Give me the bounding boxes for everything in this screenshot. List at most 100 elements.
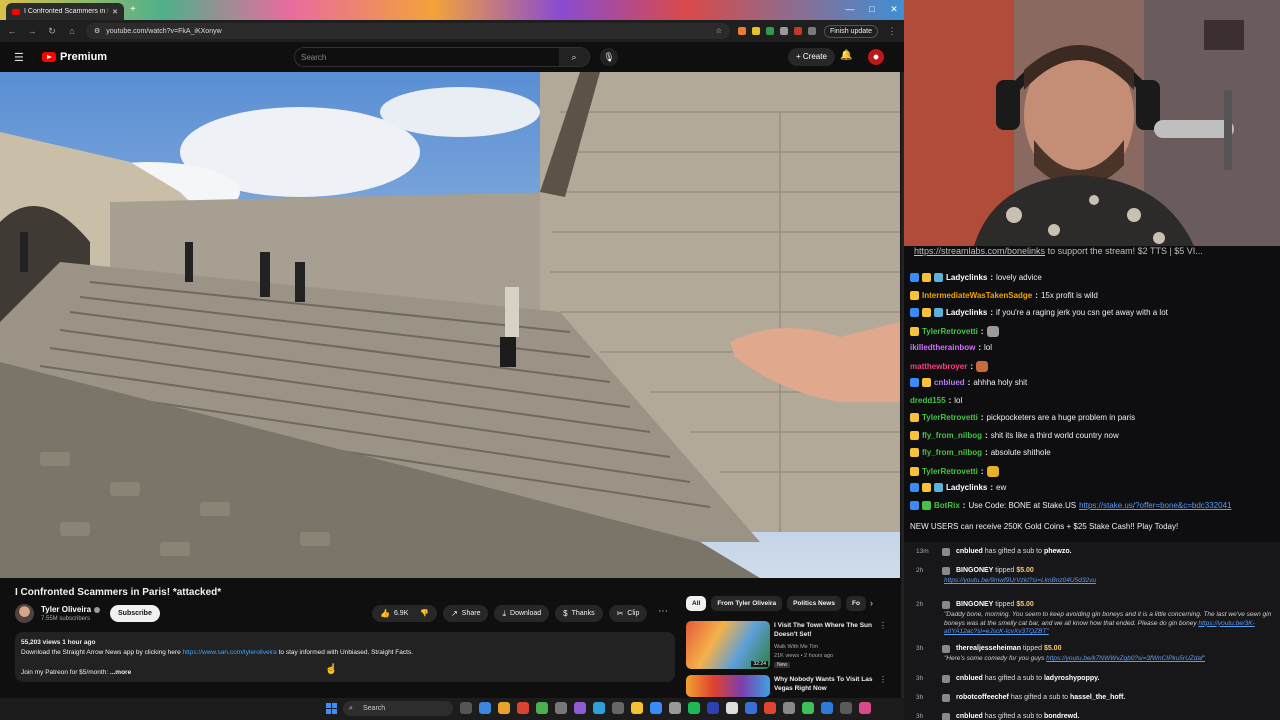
extension-icon[interactable] [779, 27, 788, 35]
rec-menu-icon[interactable]: ⋮ [879, 675, 887, 684]
chat-link[interactable]: https://stake.us/?offer=bone&c=bdc332041 [1079, 501, 1231, 510]
taskbar-search[interactable]: ⌕ Search [343, 701, 453, 716]
chat-username[interactable]: TylerRetrovetti [922, 413, 978, 422]
extension-icon[interactable] [765, 27, 774, 35]
channel-avatar[interactable] [15, 604, 34, 623]
reload-icon[interactable]: ↻ [46, 26, 58, 37]
rec-title[interactable]: Why Nobody Wants To Visit Las Vegas Righ… [774, 675, 886, 693]
back-icon[interactable]: ← [6, 26, 18, 36]
recommended-video[interactable]: 32:24 I Visit The Town Where The Sun Doe… [686, 621, 896, 671]
download-button[interactable]: ⤓ Download [494, 605, 550, 622]
event-target[interactable]: phewzo. [1044, 548, 1072, 555]
new-tab-button[interactable]: + [130, 4, 136, 15]
taskbar-app-icon[interactable] [479, 702, 491, 714]
create-button[interactable]: + Create [788, 48, 835, 66]
clip-button[interactable]: ✂ Clip [608, 605, 648, 622]
like-button[interactable]: 👍 6.9K 👎 [372, 605, 438, 622]
show-more-button[interactable]: ...more [110, 669, 131, 676]
search-box[interactable]: Search ⌕ [294, 47, 590, 67]
minimize-button[interactable]: — [842, 2, 858, 16]
tip-message-link[interactable]: https://youtu.be/9mwf9UrVzkI?si=LknBnz04… [944, 577, 1096, 584]
channel-name[interactable]: Tyler Oliveira [41, 605, 101, 614]
chat-username[interactable]: matthewbroyer [910, 362, 967, 371]
chat-username[interactable]: TylerRetrovetti [922, 327, 978, 336]
tip-message-link[interactable]: https://youtu.be/k7NWWvZgb0?si=3fWnCIPku… [1046, 655, 1205, 662]
browser-tab[interactable]: I Confronted Scammers in Paris! ✕ [6, 3, 124, 20]
menu-kebab-icon[interactable]: ⋮ [886, 26, 898, 37]
video-thumbnail[interactable] [686, 675, 770, 697]
chat-username[interactable]: fly_from_nilbog [922, 448, 982, 457]
video-thumbnail[interactable]: 32:24 [686, 621, 770, 669]
rec-channel[interactable]: Walk With Me Tim [774, 644, 818, 650]
close-window-button[interactable]: ✕ [886, 2, 902, 16]
chip-politics-news[interactable]: Politics News [787, 596, 841, 611]
forward-icon[interactable]: → [26, 26, 38, 36]
spotify-icon[interactable] [688, 702, 700, 714]
extension-icon[interactable] [793, 27, 802, 35]
taskbar-app-icon[interactable] [783, 702, 795, 714]
taskbar-app-icon[interactable] [821, 702, 833, 714]
chip-from-channel[interactable]: From Tyler Oliveira [711, 596, 783, 611]
taskbar-app-icon[interactable] [669, 702, 681, 714]
event-user[interactable]: BINGONEY [956, 567, 993, 574]
event-user[interactable]: therealjesseheiman [956, 645, 1021, 652]
taskbar-app-icon[interactable] [859, 702, 871, 714]
event-user[interactable]: BINGONEY [956, 601, 993, 608]
finish-update-button[interactable]: Finish update [823, 24, 878, 38]
video-player[interactable] [0, 72, 900, 578]
taskbar-app-icon[interactable] [726, 702, 738, 714]
extension-icon[interactable] [807, 27, 816, 35]
chip-all[interactable]: All [686, 596, 707, 611]
extension-icon[interactable] [737, 27, 746, 35]
subscribe-button[interactable]: Subscribe [110, 605, 160, 622]
chat-username[interactable]: fly_from_nilbog [922, 431, 982, 440]
extension-icon[interactable] [751, 27, 760, 35]
taskbar-app-icon[interactable] [802, 702, 814, 714]
taskbar-app-icon[interactable] [612, 702, 624, 714]
taskbar-app-icon[interactable] [707, 702, 719, 714]
task-view-icon[interactable] [460, 702, 472, 714]
taskbar-app-icon[interactable] [650, 702, 662, 714]
chat-username[interactable]: BotRix [934, 501, 960, 510]
search-input[interactable]: Search [295, 53, 559, 62]
search-icon[interactable]: ⌕ [559, 48, 589, 66]
taskbar-app-icon[interactable] [517, 702, 529, 714]
event-target[interactable]: bondrewd. [1044, 713, 1079, 720]
taskbar-app-icon[interactable] [764, 702, 776, 714]
thanks-button[interactable]: $ Thanks [555, 605, 603, 622]
chip-more[interactable]: Fo [845, 596, 866, 611]
chat-username[interactable]: Ladyclinks [946, 273, 987, 282]
chat-username[interactable]: cnblued [934, 378, 965, 387]
file-explorer-icon[interactable] [631, 702, 643, 714]
address-bar[interactable]: ⚙ youtube.com/watch?v=FkA_iKXonyw ☆ [86, 23, 730, 39]
home-icon[interactable]: ⌂ [66, 26, 78, 36]
chat-username[interactable]: IntermediateWasTakenSadge [922, 291, 1032, 300]
taskbar-app-icon[interactable] [840, 702, 852, 714]
voice-search-mic-icon[interactable]: 🎙 [600, 48, 618, 66]
bookmark-star-icon[interactable]: ☆ [716, 27, 722, 35]
video-description[interactable]: 55,203 views 1 hour ago Download the Str… [15, 632, 675, 682]
tab-close-icon[interactable]: ✕ [112, 8, 118, 16]
chat-username[interactable]: TylerRetrovetti [922, 467, 978, 476]
chat-username[interactable]: Ladyclinks [946, 308, 987, 317]
site-info-icon[interactable]: ⚙ [94, 27, 100, 35]
event-target[interactable]: hassel_the_hoff. [1070, 694, 1125, 701]
chrome-icon[interactable] [498, 702, 510, 714]
chat-username[interactable]: ikilledtherainbow [910, 343, 975, 352]
more-actions-icon[interactable]: ⋯ [658, 606, 668, 617]
rec-menu-icon[interactable]: ⋮ [879, 621, 887, 630]
event-user[interactable]: robotcoffeechef [956, 694, 1009, 701]
share-button[interactable]: ↗ Share [443, 605, 489, 622]
taskbar-app-icon[interactable] [555, 702, 567, 714]
maximize-button[interactable]: □ [864, 2, 880, 16]
hamburger-menu-icon[interactable]: ☰ [14, 51, 26, 64]
youtube-logo[interactable]: Premium [42, 51, 107, 63]
taskbar-app-icon[interactable] [745, 702, 757, 714]
event-target[interactable]: ladyroshypoppy. [1044, 675, 1100, 682]
chat-username[interactable]: dredd155 [910, 396, 946, 405]
recommended-video[interactable]: Why Nobody Wants To Visit Las Vegas Righ… [686, 675, 896, 697]
thumbs-down-icon[interactable]: 👎 [420, 605, 429, 622]
notifications-bell-icon[interactable]: 🔔 [840, 50, 852, 61]
chat-username[interactable]: Ladyclinks [946, 483, 987, 492]
taskbar-app-icon[interactable] [593, 702, 605, 714]
